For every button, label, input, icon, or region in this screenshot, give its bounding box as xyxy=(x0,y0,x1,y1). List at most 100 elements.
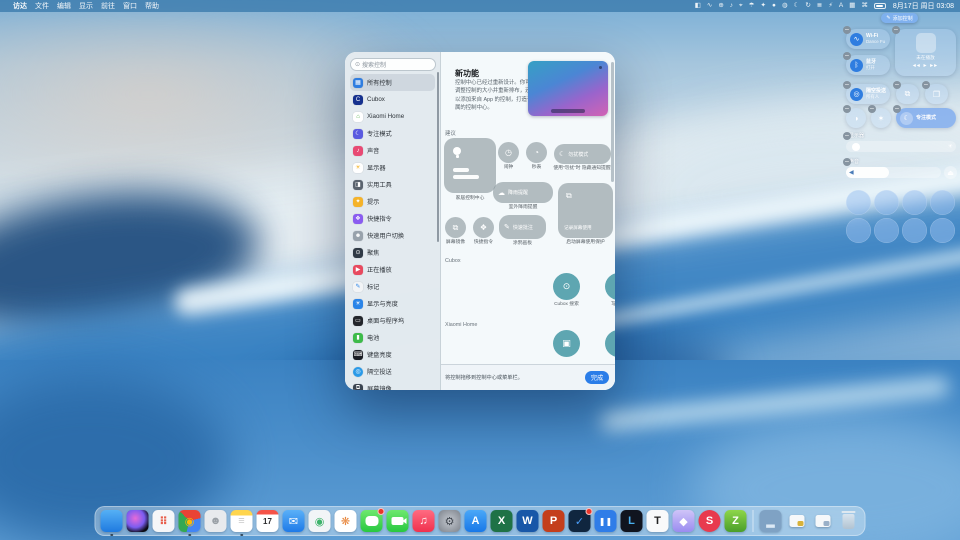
dark-mode-control[interactable]: – ◑ xyxy=(846,108,866,128)
dock-red-app[interactable]: S xyxy=(699,510,721,532)
remove-badge[interactable]: – xyxy=(922,81,930,89)
cubox-control-2[interactable]: ✎ xyxy=(605,273,615,300)
bluetooth-control[interactable]: – ᛒ 蓝牙 打开 xyxy=(846,55,890,75)
remove-badge[interactable]: – xyxy=(893,105,901,113)
sidebar-item-5[interactable]: ♪声音 xyxy=(350,142,435,159)
remove-badge[interactable]: – xyxy=(843,158,851,166)
target-icon[interactable]: ⌖ xyxy=(739,2,743,9)
screen-mirroring-control[interactable]: – ⧉ xyxy=(896,84,919,104)
dock-siri[interactable] xyxy=(127,510,149,532)
sidebar-item-7[interactable]: ◨实用工具 xyxy=(350,176,435,193)
airdrop-control[interactable]: – ◎ 隔空投送 所有人 xyxy=(846,84,890,104)
power-icon[interactable]: ⚡ xyxy=(828,2,833,9)
dock-chrome[interactable]: ◉ xyxy=(179,510,201,532)
dock-excel[interactable]: X xyxy=(491,510,513,532)
dock-trello[interactable]: ❚❚ xyxy=(595,510,617,532)
sidebar-item-11[interactable]: ⊙聚焦 xyxy=(350,244,435,261)
sidebar-item-17[interactable]: ⌨键盘亮度 xyxy=(350,346,435,363)
sound-slider[interactable]: ◀ xyxy=(846,167,941,178)
audio-output-button[interactable]: ⏏ xyxy=(944,166,957,179)
mirror-control[interactable]: ⧉ xyxy=(445,217,466,238)
screen-usage-control[interactable]: ⧉ 记录屏幕使用 xyxy=(558,183,613,238)
home-control-tile[interactable] xyxy=(444,138,496,193)
dock-trash[interactable] xyxy=(838,510,860,532)
menu-1[interactable]: 访达 xyxy=(13,3,27,10)
empty-slot-1[interactable] xyxy=(846,190,871,215)
empty-slot-8[interactable] xyxy=(930,218,955,243)
dock-downloads-stack[interactable] xyxy=(786,510,808,532)
empty-slot-3[interactable] xyxy=(902,190,927,215)
sidebar-item-15[interactable]: ▭桌面与程序坞 xyxy=(350,312,435,329)
wave-icon[interactable]: ∿ xyxy=(707,2,712,9)
sketch-control[interactable]: ✎ 快速批注 xyxy=(499,215,546,239)
display-icon[interactable]: ◧ xyxy=(695,2,701,9)
sidebar-item-3[interactable]: ⌂Xiaomi Home xyxy=(350,108,435,125)
focus-mode-control[interactable]: – ☾ 专注模式 xyxy=(896,108,956,128)
dock-music[interactable]: ♫ xyxy=(413,510,435,532)
menu-bar-clock[interactable]: 8月17日 周日 03:08 xyxy=(893,1,954,11)
dock-word[interactable]: W xyxy=(517,510,539,532)
dock-contacts[interactable]: ☻ xyxy=(205,510,227,532)
dock-purple-app[interactable]: ◆ xyxy=(673,510,695,532)
record-icon[interactable]: ● xyxy=(772,2,776,9)
dock-calendar[interactable]: 17 xyxy=(257,510,279,532)
remove-badge[interactable]: – xyxy=(843,132,851,140)
airdrop-icon[interactable]: ◍ xyxy=(782,2,788,9)
stage-manager-control[interactable]: – ❐ xyxy=(925,84,948,104)
sidebar-item-9[interactable]: ❖快捷指令 xyxy=(350,210,435,227)
dock-app-store[interactable]: A xyxy=(465,510,487,532)
empty-slot-6[interactable] xyxy=(874,218,899,243)
rain-alert-control[interactable]: ☁ 降雨提醒 xyxy=(493,182,553,203)
dock-messages[interactable] xyxy=(361,510,383,532)
dock-system-settings[interactable]: ⚙ xyxy=(439,510,461,532)
dock-photos[interactable]: ❋ xyxy=(335,510,357,532)
menu-6[interactable]: 窗口 xyxy=(123,3,137,10)
xiaomi-control-2[interactable]: ▣ xyxy=(605,330,615,357)
update-icon[interactable]: ⊕ xyxy=(718,2,723,9)
main-scrollbar[interactable] xyxy=(611,62,614,182)
sidebar-item-14[interactable]: ☀显示与亮度 xyxy=(350,295,435,312)
stopwatch-control[interactable]: ◔ xyxy=(526,142,547,163)
dock-documents-stack[interactable] xyxy=(812,510,834,532)
list-icon[interactable]: ≣ xyxy=(817,2,822,9)
menu-7[interactable]: 帮助 xyxy=(145,3,159,10)
empty-slot-4[interactable] xyxy=(930,190,955,215)
weather-icon[interactable]: ☂ xyxy=(749,2,755,9)
next-track-icon[interactable]: ▸▸ xyxy=(930,63,938,69)
sidebar-item-6[interactable]: ☀显示器 xyxy=(350,159,435,176)
empty-slot-2[interactable] xyxy=(874,190,899,215)
sidebar-item-13[interactable]: ✎标记 xyxy=(350,278,435,295)
remove-badge[interactable]: – xyxy=(843,52,851,60)
grid-icon[interactable]: ▦ xyxy=(849,2,855,9)
keyboard-brightness-control[interactable]: – ✶ xyxy=(871,108,891,128)
menu-2[interactable]: 文件 xyxy=(35,3,49,10)
dock-liquidtext[interactable]: L xyxy=(621,510,643,532)
sidebar-item-1[interactable]: ▦所有控制 xyxy=(350,74,435,91)
remove-badge[interactable]: – xyxy=(893,81,901,89)
dock-green-app[interactable]: Z xyxy=(725,510,747,532)
dock-notes[interactable]: ≡ xyxy=(231,510,253,532)
menu-5[interactable]: 前往 xyxy=(101,3,115,10)
menu-3[interactable]: 编辑 xyxy=(57,3,71,10)
sidebar-item-16[interactable]: ▮电池 xyxy=(350,329,435,346)
sidebar-item-18[interactable]: ◎隔空投送 xyxy=(350,363,435,380)
xiaomi-control-1[interactable]: ▣ xyxy=(553,330,580,357)
empty-slot-7[interactable] xyxy=(902,218,927,243)
sidebar-item-19[interactable]: ⧉屏幕镜像 xyxy=(350,380,435,390)
dock-find-my[interactable]: ◉ xyxy=(309,510,331,532)
dock-finder[interactable] xyxy=(101,510,123,532)
previous-track-icon[interactable]: ◂◂ xyxy=(913,63,921,69)
remove-badge[interactable]: – xyxy=(868,105,876,113)
battery-icon[interactable] xyxy=(874,3,886,9)
dock-ticktick[interactable]: ✓ xyxy=(569,510,591,532)
sparkle-icon[interactable]: ✦ xyxy=(761,2,766,9)
remove-badge[interactable]: – xyxy=(843,26,851,34)
dock-launchpad[interactable]: ⠿ xyxy=(153,510,175,532)
done-button[interactable]: 完成 xyxy=(585,371,609,384)
sidebar-item-8[interactable]: ✦提示 xyxy=(350,193,435,210)
dock-mail[interactable]: ✉ xyxy=(283,510,305,532)
remove-badge[interactable]: – xyxy=(843,81,851,89)
sidebar-scrollbar[interactable] xyxy=(437,72,440,242)
dock-widget-tray[interactable]: ▂ xyxy=(760,510,782,532)
media-player-control[interactable]: – 未在播放 ◂◂ ▸ ▸▸ xyxy=(895,29,956,76)
